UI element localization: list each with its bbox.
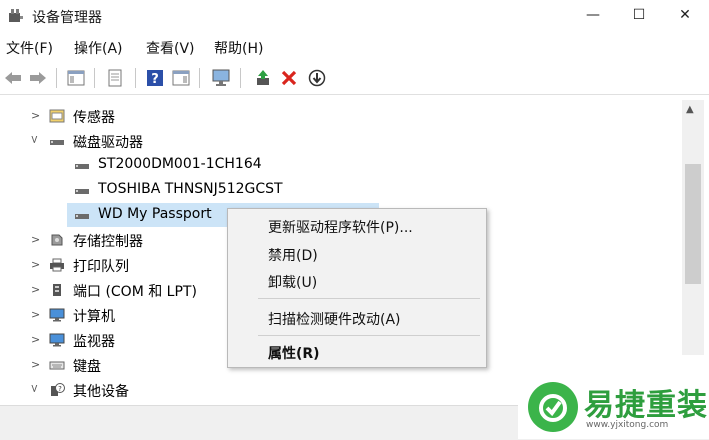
- context-menu-separator: [258, 298, 480, 299]
- chevron-right-icon[interactable]: >: [31, 233, 40, 246]
- console-tree-button[interactable]: [65, 67, 87, 89]
- help-icon: ?: [147, 70, 163, 87]
- tree-item-label: ST2000DM001-1CH164: [98, 156, 262, 172]
- tree-item-label: 其他设备: [73, 384, 129, 400]
- toolbar-separator: [56, 68, 57, 88]
- storage-controller-icon: [51, 234, 63, 246]
- close-button[interactable]: ✕: [662, 0, 708, 30]
- update-driver-button[interactable]: [252, 67, 274, 89]
- minimize-button[interactable]: —: [570, 0, 616, 30]
- monitor-icon: [49, 333, 65, 347]
- tree-item-label: 监视器: [73, 334, 115, 350]
- forward-button[interactable]: [27, 67, 49, 89]
- maximize-icon: ☐: [632, 7, 646, 23]
- action-pane-button[interactable]: [170, 67, 192, 89]
- tree-item-sensors[interactable]: > 传感器: [0, 104, 680, 128]
- tree-item-label: 键盘: [73, 359, 101, 375]
- logo-url: www.yjxitong.com: [586, 420, 669, 430]
- tree-item-label: 端口 (COM 和 LPT): [73, 284, 197, 300]
- menu-bar: 文件(F) 操作(A) 查看(V) 帮助(H): [0, 34, 709, 58]
- tree-item-label: 打印队列: [73, 259, 129, 275]
- chevron-right-icon[interactable]: >: [31, 283, 40, 296]
- scroll-up-arrow-icon[interactable]: ▲: [686, 104, 694, 115]
- chevron-right-icon[interactable]: >: [31, 308, 40, 321]
- context-scan-hardware[interactable]: 扫描检测硬件改动(A): [268, 309, 401, 329]
- update-driver-icon: [257, 70, 269, 85]
- context-properties[interactable]: 属性(R): [268, 343, 320, 363]
- logo-circle-icon: [528, 382, 578, 432]
- disable-icon: [308, 69, 326, 87]
- tree-item-label: WD My Passport: [98, 206, 212, 222]
- vertical-scrollbar[interactable]: ▲: [682, 100, 704, 355]
- drive-icon: [75, 189, 89, 194]
- chevron-right-icon[interactable]: >: [31, 258, 40, 271]
- tree-item-st2000dm001[interactable]: ST2000DM001-1CH164: [0, 153, 680, 177]
- uninstall-button[interactable]: [278, 67, 300, 89]
- svg-text:?: ?: [151, 72, 159, 87]
- tree-item-label: 计算机: [73, 309, 115, 325]
- port-icon: [53, 284, 61, 296]
- maximize-button[interactable]: ☐: [616, 0, 662, 30]
- window-title: 设备管理器: [32, 10, 102, 26]
- properties-icon: [108, 69, 122, 87]
- drive-icon: [75, 214, 89, 219]
- computer-icon: [49, 308, 65, 322]
- tree-item-ports[interactable]: > 端口 (COM 和 LPT): [0, 278, 225, 302]
- scan-hardware-icon: [212, 69, 230, 86]
- context-menu: 更新驱动程序软件(P)... 禁用(D) 卸载(U) 扫描检测硬件改动(A) 属…: [227, 208, 487, 368]
- unknown-device-icon: ?: [51, 383, 65, 396]
- sensor-icon: [49, 109, 65, 123]
- help-button[interactable]: ?: [144, 67, 166, 89]
- logo-power-icon: [539, 394, 567, 422]
- disk-drive-icon: [50, 140, 64, 145]
- scroll-thumb[interactable]: [685, 164, 701, 284]
- show-hide-console-tree-icon: [67, 70, 85, 86]
- menu-help[interactable]: 帮助(H): [214, 38, 263, 58]
- menu-action[interactable]: 操作(A): [74, 38, 123, 58]
- uninstall-icon: [281, 70, 297, 86]
- chevron-down-icon[interactable]: >: [28, 135, 41, 144]
- chevron-right-icon[interactable]: >: [31, 109, 40, 122]
- menu-file[interactable]: 文件(F): [6, 38, 53, 58]
- logo-text: 易捷重装: [584, 388, 708, 423]
- action-pane-icon: [172, 70, 190, 86]
- forward-arrow-icon: [30, 72, 46, 84]
- tree-item-label: TOSHIBA THNSNJ512GCST: [98, 181, 283, 197]
- site-logo: 易捷重装 www.yjxitong.com: [518, 378, 709, 439]
- disable-button[interactable]: [306, 67, 328, 89]
- toolbar-separator: [135, 68, 136, 88]
- tree-item-label: 存储控制器: [73, 234, 143, 250]
- printer-icon: [50, 258, 64, 272]
- svg-text:?: ?: [58, 385, 62, 393]
- chevron-down-icon[interactable]: >: [28, 384, 41, 393]
- tree-item-toshiba[interactable]: TOSHIBA THNSNJ512GCST: [0, 178, 680, 202]
- minimize-icon: —: [586, 7, 600, 23]
- context-uninstall[interactable]: 卸载(U): [268, 272, 317, 292]
- tree-item-print-queues[interactable]: > 打印队列: [0, 253, 225, 277]
- toolbar-separator: [240, 68, 241, 88]
- context-menu-separator: [258, 335, 480, 336]
- drive-icon: [75, 164, 89, 169]
- toolbar: ?: [0, 62, 709, 95]
- tree-item-disk-drives[interactable]: > 磁盘驱动器: [0, 129, 680, 153]
- title-bar: 设备管理器 — ☐ ✕: [0, 0, 709, 32]
- device-manager-app-icon: [9, 9, 23, 22]
- tree-item-label: 磁盘驱动器: [73, 135, 143, 151]
- close-icon: ✕: [679, 7, 691, 23]
- toolbar-separator: [199, 68, 200, 88]
- chevron-right-icon[interactable]: >: [31, 333, 40, 346]
- menu-view[interactable]: 查看(V): [146, 38, 195, 58]
- context-update-driver[interactable]: 更新驱动程序软件(P)...: [268, 217, 413, 237]
- back-button[interactable]: [2, 67, 24, 89]
- tree-item-label: 传感器: [73, 110, 115, 126]
- keyboard-icon: [49, 361, 65, 370]
- properties-button[interactable]: [104, 67, 126, 89]
- toolbar-separator: [94, 68, 95, 88]
- context-disable[interactable]: 禁用(D): [268, 245, 318, 265]
- tree-item-storage-controllers[interactable]: > 存储控制器: [0, 228, 225, 252]
- tree-item-other-devices[interactable]: > ? 其他设备: [0, 378, 500, 402]
- scan-hardware-button[interactable]: [210, 67, 232, 89]
- back-arrow-icon: [5, 72, 21, 84]
- chevron-right-icon[interactable]: >: [31, 358, 40, 371]
